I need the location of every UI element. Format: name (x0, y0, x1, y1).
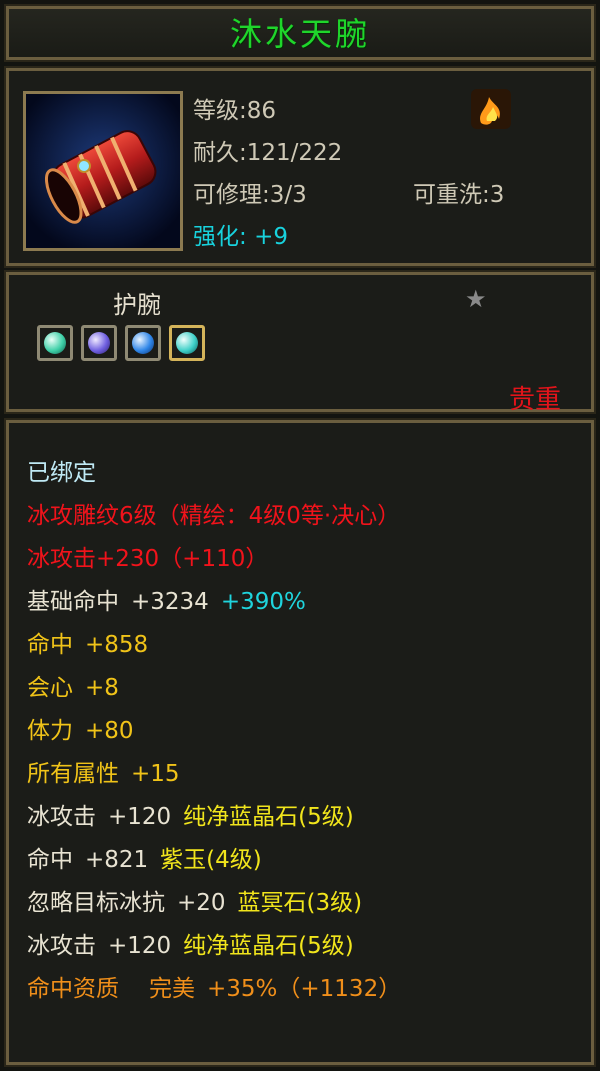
item-title: 沐水天腕 (229, 15, 370, 53)
gem-socket[interactable] (81, 325, 117, 361)
gem-name: 紫玉 (160, 847, 207, 873)
gem-attr-value: +821 (85, 847, 149, 873)
item-enhance: 强化: +9 (193, 217, 288, 251)
star-icon: ★ (465, 285, 487, 313)
gem-attr-value: +20 (177, 890, 226, 916)
crit-line: 会心 +8 (27, 668, 119, 702)
rarity-label: 贵重 (508, 385, 561, 415)
gem-attr: 冰攻击 (27, 933, 96, 959)
gem-socket[interactable] (169, 325, 205, 361)
bound-status: 已绑定 (27, 460, 96, 486)
title-bar: 沐水天腕 (4, 4, 596, 62)
all-attr-line: 所有属性 +15 (27, 754, 180, 788)
gem-level: (3级) (306, 890, 363, 916)
gem-stat-line: 冰攻击 +120 纯净蓝晶石(5级) (27, 797, 354, 831)
bracer-icon (26, 94, 180, 248)
hit-label: 命中 (27, 632, 73, 658)
gem-attr: 命中 (27, 847, 73, 873)
gem-attr: 忽略目标冰抗 (27, 890, 165, 916)
item-tooltip: 沐水天腕 等级:86 耐久:121/222 可修理:3/3 可重洗:3 强化: … (0, 0, 600, 1071)
item-level: 等级:86 (193, 98, 277, 124)
aptitude-value: +35%（+1132） (207, 976, 402, 1002)
gem-stat-line: 冰攻击 +120 纯净蓝晶石(5级) (27, 926, 354, 960)
crit-value: +8 (85, 675, 119, 701)
item-repairable: 可修理:3/3 (193, 182, 307, 208)
gem-name: 纯净蓝晶石 (183, 804, 299, 830)
all-attr-label: 所有属性 (27, 761, 119, 787)
fire-element-icon (471, 89, 511, 129)
item-rewashable: 可重洗:3 (413, 182, 505, 208)
crit-label: 会心 (27, 675, 73, 701)
gem-sockets (37, 325, 205, 361)
item-info-panel: 等级:86 耐久:121/222 可修理:3/3 可重洗:3 强化: +9 (4, 66, 596, 268)
gem-level: (5级) (298, 804, 354, 830)
base-hit-label: 基础命中 (27, 589, 119, 615)
base-hit-value: +3234 (131, 589, 209, 615)
hit-value: +858 (85, 632, 149, 658)
aptitude-label: 命中资质 (27, 976, 119, 1002)
gem-attr-value: +120 (108, 804, 172, 830)
gem-icon (176, 332, 198, 354)
gem-attr: 冰攻击 (27, 804, 96, 830)
enhance-label: 强化: (193, 224, 247, 250)
aptitude-line: 命中资质 完美 +35%（+1132） (27, 969, 401, 1003)
stamina-label: 体力 (27, 718, 73, 744)
aptitude-grade: 完美 (149, 976, 195, 1002)
all-attr-value: +15 (131, 761, 180, 787)
category-panel: 护腕 ★ 贵重 (4, 270, 596, 415)
ice-attack-line: 冰攻击+230（+110） (27, 546, 269, 572)
gem-icon (132, 332, 154, 354)
enhance-value: +9 (254, 224, 288, 250)
gem-name: 蓝冥石 (237, 890, 307, 916)
hit-line: 命中 +858 (27, 625, 148, 659)
stats-panel: 已绑定 冰攻雕纹6级（精绘：4级0等·决心） 冰攻击+230（+110） 基础命… (4, 418, 596, 1067)
gem-icon (88, 332, 110, 354)
base-hit-pct: +390% (220, 589, 306, 615)
gem-level: (5级) (298, 933, 354, 959)
gem-attr-value: +120 (108, 933, 172, 959)
gem-name: 纯净蓝晶石 (183, 933, 299, 959)
stamina-value: +80 (85, 718, 134, 744)
item-durability: 耐久:121/222 (193, 140, 343, 166)
gem-icon (44, 332, 66, 354)
gem-level: (4级) (206, 847, 262, 873)
item-icon-slot[interactable] (23, 91, 183, 251)
engrave-line: 冰攻雕纹6级（精绘：4级0等·决心） (27, 503, 401, 529)
gem-socket[interactable] (125, 325, 161, 361)
gem-stat-line: 命中 +821 紫玉(4级) (27, 840, 262, 874)
item-category: 护腕 (113, 291, 161, 319)
gem-socket[interactable] (37, 325, 73, 361)
stamina-line: 体力 +80 (27, 711, 134, 745)
base-hit-line: 基础命中 +3234 +390% (27, 582, 306, 616)
gem-stat-line: 忽略目标冰抗 +20 蓝冥石(3级) (27, 883, 362, 917)
